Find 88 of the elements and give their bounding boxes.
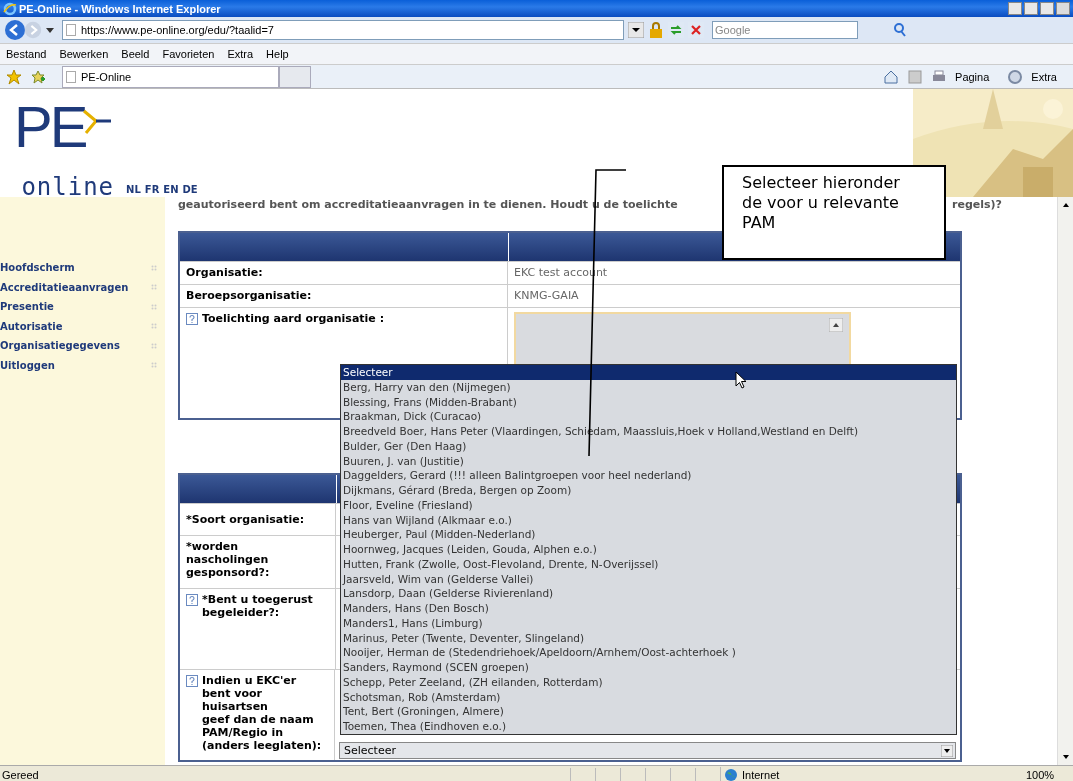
grip-icon: [151, 303, 157, 310]
field-label: Indien u EKC'er bent voor huisartsen geef dan de naam PAM/Regio in (anders leeglaten):: [202, 674, 323, 752]
dropdown-option[interactable]: Hans van Wijland (Alkmaar e.o.): [341, 512, 956, 528]
sidebar-item[interactable]: Presentie: [0, 297, 165, 317]
intro-text: regels)?: [952, 198, 1002, 213]
browser-tab[interactable]: PE-Online: [62, 65, 279, 88]
menu-item[interactable]: Beeld: [121, 48, 150, 60]
caret-icon[interactable]: [46, 27, 54, 33]
dropdown-option[interactable]: Manders1, Hans (Limburg): [341, 615, 956, 631]
lock-icon: [648, 22, 664, 38]
field-label: *Bent u toegerust begeleider?:: [202, 593, 313, 619]
dropdown-option[interactable]: Manders, Hans (Den Bosch): [341, 601, 956, 616]
logo-subtext: online: [21, 173, 115, 201]
dropdown-option[interactable]: Blessing, Frans (Midden-Brabant): [341, 394, 956, 410]
grip-icon: [151, 284, 157, 291]
dropdown-button[interactable]: [628, 22, 644, 38]
sidebar-item[interactable]: Organisatiegegevens: [0, 336, 165, 356]
star-icon[interactable]: [6, 68, 22, 85]
sidebar-item[interactable]: Autorisatie: [0, 316, 165, 336]
field-label: Organisatie:: [186, 266, 263, 279]
address-field[interactable]: https://www.pe-online.org/edu/?taalid=7: [62, 20, 624, 40]
language-link[interactable]: EN: [163, 184, 179, 195]
zoom-control[interactable]: 100%: [1014, 769, 1055, 781]
dropdown-option[interactable]: Braakman, Dick (Curacao): [341, 409, 956, 424]
window-title: PE-Online - Windows Internet Explorer: [19, 2, 221, 15]
scrollbar[interactable]: [1057, 197, 1073, 765]
home-icon[interactable]: [883, 68, 900, 85]
sidebar-item[interactable]: Accreditatieaanvragen: [0, 277, 165, 297]
grip-icon: [151, 264, 157, 271]
language-link[interactable]: NL: [126, 184, 141, 195]
dropdown-option[interactable]: Floor, Eveline (Friesland): [341, 497, 956, 513]
menu-item[interactable]: Bestand: [6, 48, 47, 60]
dropdown-option[interactable]: Tent, Bert (Groningen, Almere): [341, 704, 956, 719]
gear-icon[interactable]: [1007, 68, 1024, 85]
dropdown-option[interactable]: Nooijer, Herman de (Stedendriehoek/Apeldoorn/Arnhem/Oost-achterhoek ): [341, 645, 956, 660]
menu-item[interactable]: Help: [266, 48, 289, 60]
help-icon[interactable]: [186, 313, 198, 325]
menu-item[interactable]: Favorieten: [162, 48, 215, 60]
dropdown-option[interactable]: Buuren, J. van (Justitie): [341, 453, 956, 469]
select-field[interactable]: Selecteer: [339, 742, 956, 759]
search-field[interactable]: Google: [712, 21, 858, 39]
help-icon[interactable]: [186, 594, 198, 606]
dropdown-option[interactable]: Dijkmans, Gérard (Breda, Bergen op Zoom): [341, 483, 956, 498]
dropdown-option[interactable]: Lansdorp, Daan (Gelderse Rivierenland): [341, 586, 956, 601]
grip-icon: [151, 323, 157, 330]
field-label: Toelichting aard organisatie :: [202, 312, 385, 325]
globe-icon: [724, 768, 738, 781]
tools-menu[interactable]: Extra: [1031, 70, 1057, 83]
field-value: KNMG-GAIA: [514, 289, 579, 302]
scroll-up-button[interactable]: [829, 318, 843, 332]
dropdown-option[interactable]: Schepp, Peter Zeeland, (ZH eilanden, Rotterdam): [341, 674, 956, 690]
field-label: *Soort organisatie:: [186, 513, 305, 526]
feed-icon[interactable]: [907, 68, 924, 85]
status-text: Gereed: [1, 769, 40, 781]
dropdown-button[interactable]: [941, 744, 953, 757]
dropdown-option[interactable]: Sanders, Raymond (SCEN groepen): [341, 660, 956, 675]
dropdown-option[interactable]: Heuberger, Paul (Midden-Nederland): [341, 527, 956, 542]
dropdown-option[interactable]: Jaarsveld, Wim van (Gelderse Vallei): [341, 571, 956, 587]
field-label: *worden nascholingen gesponsord?:: [186, 540, 270, 579]
dropdown-option[interactable]: Daggelders, Gerard (!!! alleen Balintgroepen voor heel nederland): [341, 468, 956, 483]
mouse-cursor-icon: [735, 371, 747, 389]
search-button[interactable]: [892, 22, 908, 38]
grip-icon: [151, 362, 157, 369]
zone-label: Internet: [742, 769, 780, 781]
menu-item[interactable]: Extra: [227, 48, 254, 60]
sidebar-item[interactable]: Hoofdscherm: [0, 258, 165, 278]
menu-item[interactable]: Bewerken: [59, 48, 109, 60]
sidebar-item[interactable]: Uitloggen: [0, 355, 165, 375]
field-label: Beroepsorganisatie:: [186, 289, 312, 302]
callout-text: Selecteer hieronder de voor u relevante PAM: [722, 165, 946, 260]
back-button[interactable]: [4, 19, 26, 41]
language-link[interactable]: DE: [182, 184, 198, 195]
dropdown-option[interactable]: Marinus, Peter (Twente, Deventer, Slingeland): [341, 630, 956, 646]
add-favorite-icon[interactable]: [30, 68, 46, 85]
page-menu[interactable]: Pagina: [955, 70, 990, 83]
help-icon[interactable]: [186, 675, 198, 687]
dropdown-option[interactable]: Schotsman, Rob (Amsterdam): [341, 689, 956, 705]
language-link[interactable]: FR: [144, 184, 160, 195]
grip-icon: [151, 342, 157, 349]
dropdown-option[interactable]: Hutten, Frank (Zwolle, Oost-Flevoland, Drente, N-Overijssel): [341, 556, 956, 572]
dropdown-option[interactable]: Toemen, Thea (Eindhoven e.o.): [341, 719, 956, 734]
logo-text: PE: [14, 94, 86, 159]
new-tab-button[interactable]: [279, 65, 311, 88]
dropdown-option[interactable]: Selecteer: [341, 365, 956, 380]
dropdown-option[interactable]: Hoornweg, Jacques (Leiden, Gouda, Alphen e.o.): [341, 542, 956, 557]
dropdown-option[interactable]: Bulder, Ger (Den Haag): [341, 438, 956, 454]
dropdown-option[interactable]: Berg, Harry van den (Nijmegen): [341, 379, 956, 395]
browser-logo-icon: [3, 1, 17, 16]
